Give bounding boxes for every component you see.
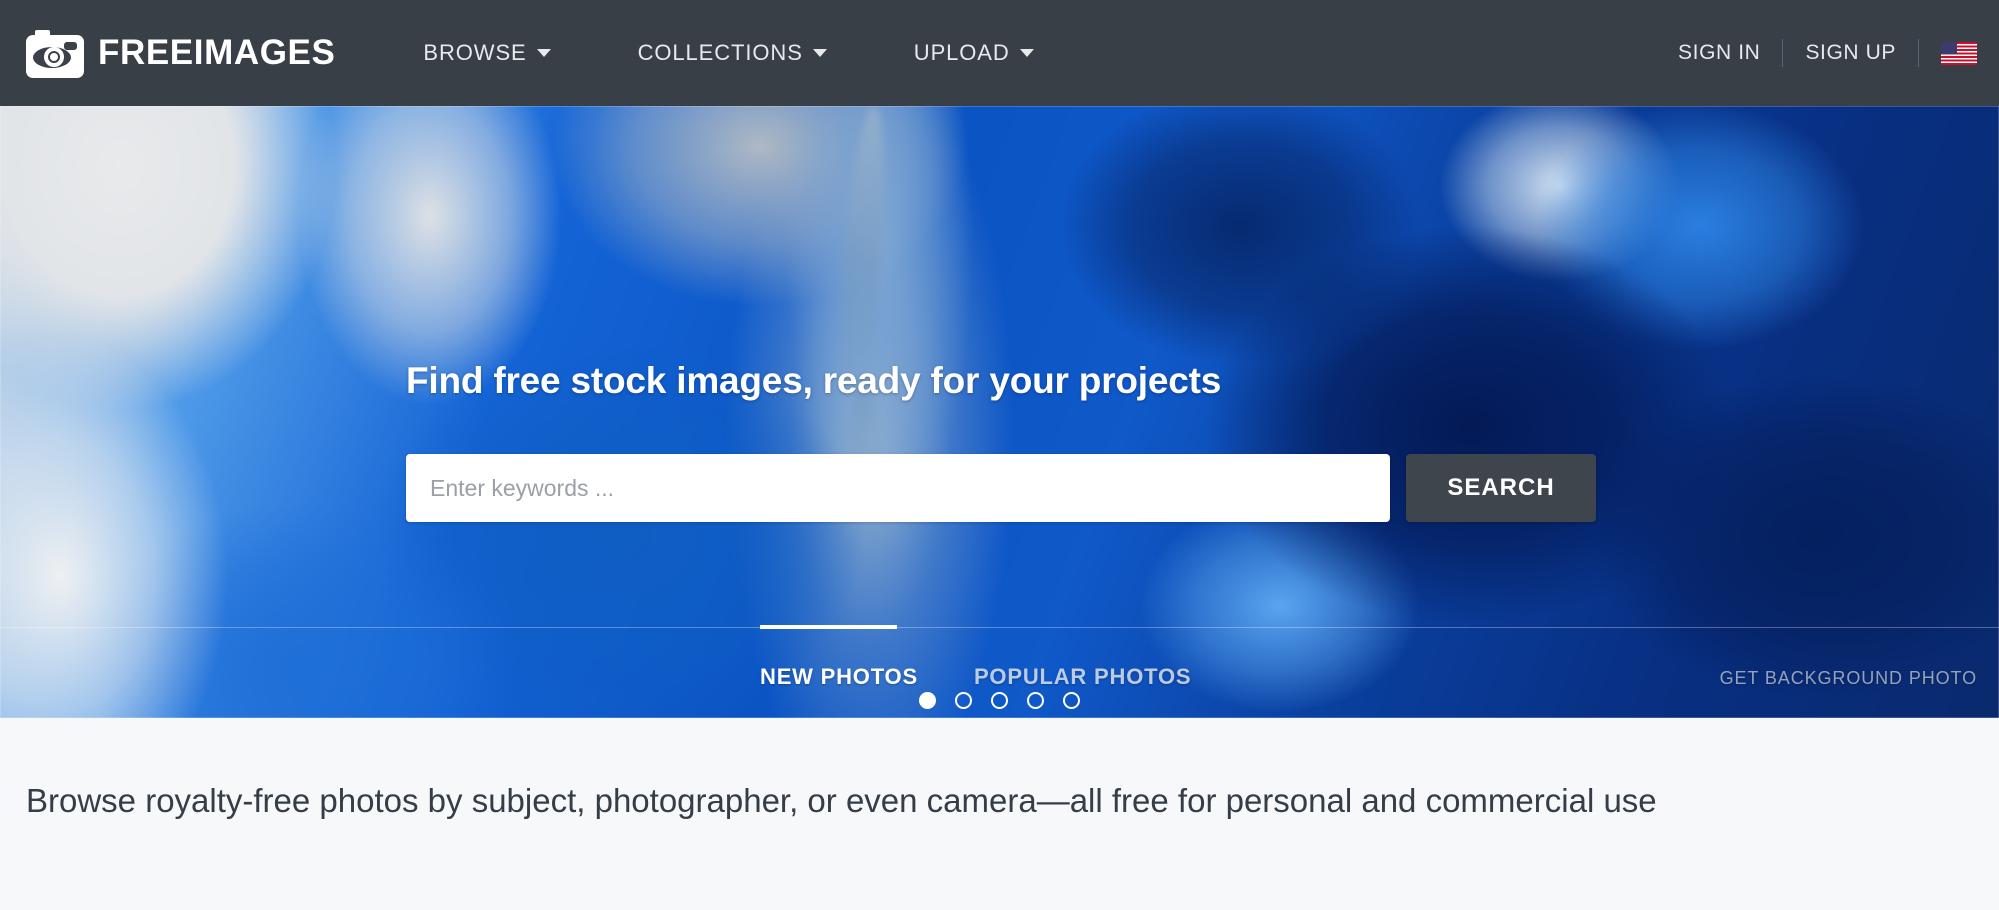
sign-in-link[interactable]: SIGN IN — [1678, 41, 1760, 65]
main-nav: BROWSE COLLECTIONS UPLOAD — [423, 40, 1120, 66]
sign-up-link[interactable]: SIGN UP — [1805, 41, 1896, 65]
chevron-down-icon — [1019, 49, 1034, 57]
us-flag-icon[interactable] — [1941, 41, 1977, 65]
photo-tabs-bar: NEW PHOTOS POPULAR PHOTOS GET BACKGROUND… — [0, 625, 1999, 718]
chevron-down-icon — [812, 49, 827, 57]
get-background-photo-link[interactable]: GET BACKGROUND PHOTO — [1720, 668, 1977, 689]
chevron-down-icon — [536, 49, 551, 57]
logo-link[interactable]: FREEIMAGES — [26, 28, 335, 78]
nav-item-collections-label: COLLECTIONS — [637, 40, 803, 65]
search-input[interactable] — [406, 454, 1390, 522]
search-button[interactable]: SEARCH — [1406, 454, 1596, 522]
main-content: Browse royalty-free photos by subject, p… — [0, 718, 1999, 910]
hero-carousel: Find free stock images, ready for your p… — [0, 106, 1999, 718]
divider — [1918, 39, 1919, 67]
header-actions: SIGN IN SIGN UP — [1678, 39, 1977, 67]
nav-item-collections[interactable]: COLLECTIONS — [638, 40, 827, 66]
search-form: SEARCH — [406, 454, 1596, 522]
camera-eye-icon — [26, 28, 84, 78]
nav-item-browse-label: BROWSE — [423, 40, 527, 65]
brand-name: FREEIMAGES — [98, 33, 336, 72]
intro-text: Browse royalty-free photos by subject, p… — [26, 782, 1657, 819]
photo-tabs: NEW PHOTOS POPULAR PHOTOS — [760, 625, 1247, 718]
hero-content: Find free stock images, ready for your p… — [0, 106, 1999, 718]
nav-item-upload-label: UPLOAD — [913, 40, 1010, 65]
nav-item-browse[interactable]: BROWSE — [423, 40, 551, 66]
tab-popular-photos[interactable]: POPULAR PHOTOS — [974, 628, 1191, 690]
nav-item-upload[interactable]: UPLOAD — [914, 40, 1034, 66]
site-header: FREEIMAGES BROWSE COLLECTIONS UPLOAD SIG… — [0, 0, 1999, 106]
divider — [1782, 39, 1784, 67]
hero-title: Find free stock images, ready for your p… — [406, 360, 1222, 401]
tab-new-photos[interactable]: NEW PHOTOS — [760, 625, 918, 690]
